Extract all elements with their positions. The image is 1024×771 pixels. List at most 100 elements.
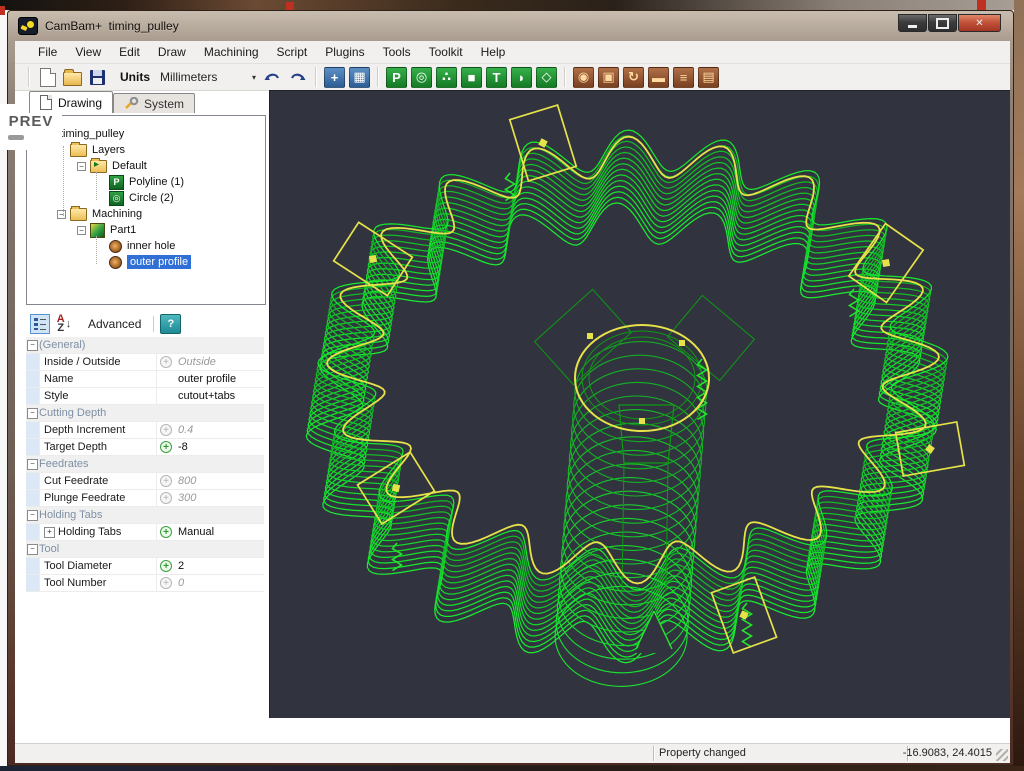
collapse-icon[interactable]: − xyxy=(27,459,38,470)
tree-node-label: Layers xyxy=(92,144,125,156)
circle-icon[interactable]: ◎ xyxy=(411,67,432,88)
units-dropdown[interactable]: Millimeters ▾ xyxy=(156,68,260,87)
polyline-icon[interactable]: P xyxy=(386,67,407,88)
prop-row-target-depth[interactable]: Target Depth+-8 xyxy=(26,439,264,456)
pocket-icon[interactable]: ▣ xyxy=(598,67,619,88)
3d-viewport[interactable] xyxy=(269,90,1010,718)
property-value[interactable]: Outside xyxy=(175,356,264,368)
menu-view[interactable]: View xyxy=(66,42,110,62)
screen: CamBam+ timing_pulley ✕ FileViewEditDraw… xyxy=(0,0,1024,771)
tab-system[interactable]: System xyxy=(113,93,195,113)
undo-button[interactable] xyxy=(262,67,283,88)
property-value[interactable]: 300 xyxy=(175,492,264,504)
minimize-button[interactable] xyxy=(898,14,927,32)
title-bar[interactable]: CamBam+ timing_pulley ✕ xyxy=(8,11,1013,41)
property-label: +Holding Tabs xyxy=(40,526,156,538)
help-button[interactable]: ? xyxy=(160,314,181,334)
tree-node-default[interactable]: −Default xyxy=(77,158,147,174)
menu-machining[interactable]: Machining xyxy=(195,42,268,62)
menu-help[interactable]: Help xyxy=(472,42,515,62)
categorized-view-button[interactable] xyxy=(30,314,50,334)
prop-category-feedrates[interactable]: −Feedrates xyxy=(26,456,264,473)
open-file-icon[interactable] xyxy=(62,67,83,88)
property-value[interactable]: 0 xyxy=(175,577,264,589)
drawing-tree[interactable]: timing_pulley Layers −DefaultPPolyline (1)… xyxy=(26,115,266,305)
region-icon[interactable]: ◇ xyxy=(536,67,557,88)
menu-plugins[interactable]: Plugins xyxy=(316,42,373,62)
tree-node-layers[interactable]: Layers xyxy=(57,142,125,158)
menu-draw[interactable]: Draw xyxy=(149,42,195,62)
collapse-icon[interactable]: − xyxy=(27,510,38,521)
gcode-file-icon[interactable]: ▤ xyxy=(698,67,719,88)
redo-button[interactable] xyxy=(287,67,308,88)
menu-file[interactable]: File xyxy=(29,42,66,62)
save-icon[interactable] xyxy=(87,67,108,88)
arc-icon[interactable]: ◗ xyxy=(511,67,532,88)
prop-row-plunge-feedrate[interactable]: Plunge Feedrate+300 xyxy=(26,490,264,507)
expand-icon[interactable]: + xyxy=(44,527,55,538)
advanced-button[interactable]: Advanced xyxy=(82,315,147,333)
new-file-icon[interactable] xyxy=(37,67,58,88)
prop-category-tool[interactable]: −Tool xyxy=(26,541,264,558)
prop-category-holding-tabs[interactable]: −Holding Tabs xyxy=(26,507,264,524)
property-value[interactable]: outer profile xyxy=(175,373,264,385)
expander-icon[interactable]: − xyxy=(77,226,86,235)
menu-script[interactable]: Script xyxy=(268,42,317,62)
rectangle-icon[interactable]: ■ xyxy=(461,67,482,88)
prev-underline xyxy=(8,135,24,140)
property-label: Name xyxy=(40,373,156,385)
property-value[interactable]: 0.4 xyxy=(175,424,264,436)
property-value[interactable]: 800 xyxy=(175,475,264,487)
window-title: CamBam+ timing_pulley xyxy=(45,19,179,33)
prop-row-tool-number[interactable]: Tool Number+0 xyxy=(26,575,264,592)
prop-row-tool-diameter[interactable]: Tool Diameter+2 xyxy=(26,558,264,575)
prop-row-holding-tabs[interactable]: +Holding Tabs+ Manual xyxy=(26,524,264,541)
prop-row-depth-increment[interactable]: Depth Increment+0.4 xyxy=(26,422,264,439)
property-value[interactable]: Manual xyxy=(175,526,264,538)
prop-category--general-[interactable]: −(General) xyxy=(26,337,264,354)
prop-row-inside-outside[interactable]: Inside / Outside+Outside xyxy=(26,354,264,371)
property-value[interactable]: 2 xyxy=(175,560,264,572)
property-label: Tool Number xyxy=(40,577,156,589)
category-label: Tool xyxy=(39,543,59,555)
property-value[interactable]: cutout+tabs xyxy=(175,390,264,402)
prop-row-cut-feedrate[interactable]: Cut Feedrate+800 xyxy=(26,473,264,490)
folder-icon xyxy=(70,208,87,221)
engrave-icon[interactable]: ▬ xyxy=(648,67,669,88)
menu-tools[interactable]: Tools xyxy=(374,42,420,62)
alphabetical-sort-button[interactable]: A Z ↓ xyxy=(54,314,74,334)
expander-icon[interactable]: − xyxy=(57,210,66,219)
tab-drawing[interactable]: Drawing xyxy=(29,91,113,113)
desktop-background-right xyxy=(1014,0,1024,771)
pointer-crosshair-icon[interactable]: + xyxy=(324,67,345,88)
profile-icon[interactable]: ↻ xyxy=(623,67,644,88)
menu-edit[interactable]: Edit xyxy=(110,42,149,62)
collapse-icon[interactable]: − xyxy=(27,544,38,555)
drill-icon[interactable]: ◉ xyxy=(573,67,594,88)
text-icon[interactable]: T xyxy=(486,67,507,88)
expander-icon[interactable]: − xyxy=(77,162,86,171)
tree-node-outer-profile[interactable]: outer profile xyxy=(96,254,191,270)
tree-node-polyline-1-[interactable]: PPolyline (1) xyxy=(96,174,184,190)
tree-node-circle-2-[interactable]: ◎Circle (2) xyxy=(96,190,174,206)
tree-node-timing_pulley[interactable]: timing_pulley xyxy=(60,126,124,142)
collapse-icon[interactable]: − xyxy=(27,408,38,419)
close-button[interactable]: ✕ xyxy=(958,14,1001,32)
prop-row-style[interactable]: Stylecutout+tabs xyxy=(26,388,264,405)
tree-node-inner-hole[interactable]: inner hole xyxy=(96,238,175,254)
prop-category-cutting-depth[interactable]: −Cutting Depth xyxy=(26,405,264,422)
red-mark xyxy=(0,6,5,15)
prop-row-name[interactable]: Name outer profile xyxy=(26,371,264,388)
tree-node-part1[interactable]: −Part1 xyxy=(77,222,136,238)
menu-toolkit[interactable]: Toolkit xyxy=(420,42,472,62)
statusbar-divider xyxy=(653,746,655,761)
collapse-icon[interactable]: − xyxy=(27,340,38,351)
resize-grip[interactable] xyxy=(996,749,1008,761)
tree-node-label: Machining xyxy=(92,208,142,220)
tree-node-machining[interactable]: − Machining xyxy=(57,206,142,222)
point-list-icon[interactable]: ∴ xyxy=(436,67,457,88)
grid-icon[interactable]: ▦ xyxy=(349,67,370,88)
screw-thread-icon[interactable]: ≡ xyxy=(673,67,694,88)
property-value[interactable]: -8 xyxy=(175,441,264,453)
maximize-button[interactable] xyxy=(928,14,957,32)
